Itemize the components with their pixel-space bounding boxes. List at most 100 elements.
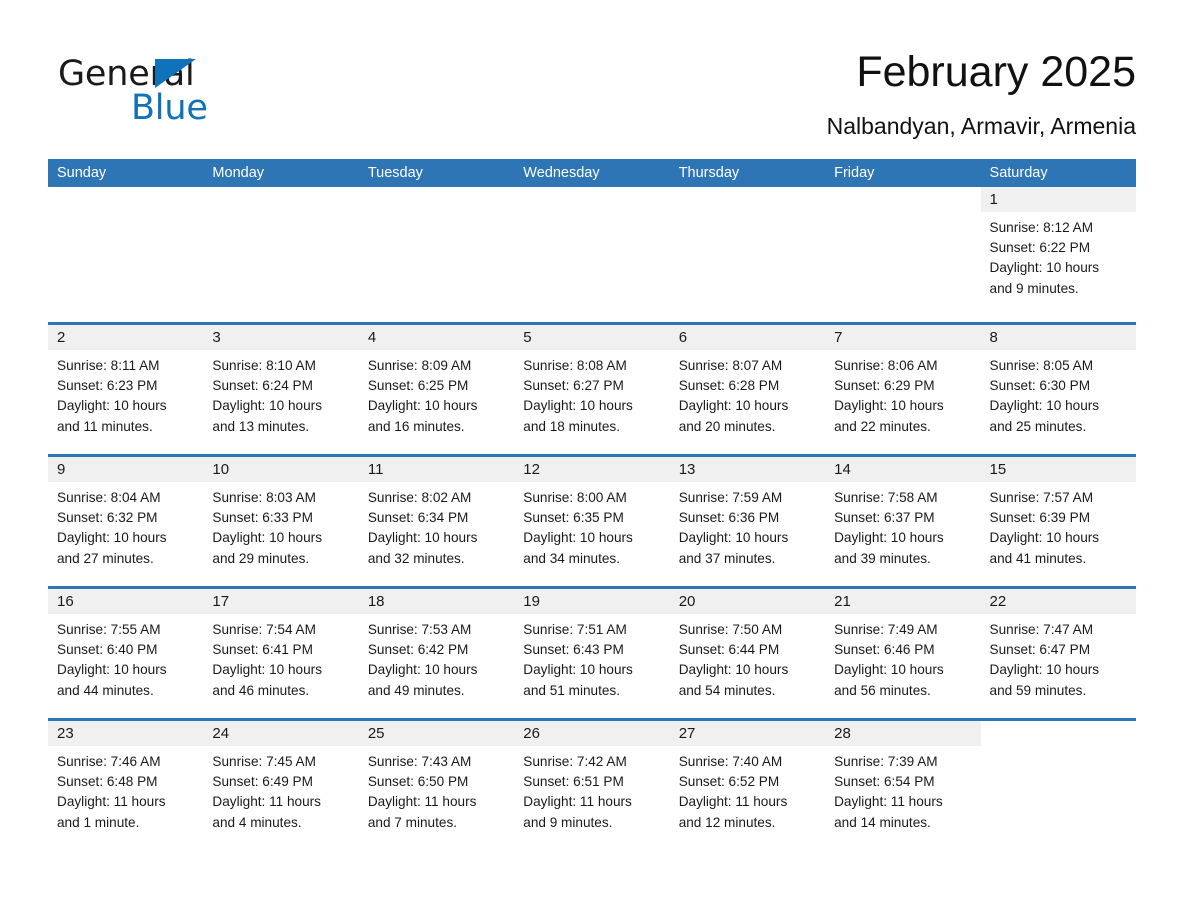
weekday-header-friday: Friday: [834, 165, 875, 181]
day-details: Sunrise: 8:04 AM Sunset: 6:32 PM Daylight:…: [48, 482, 203, 569]
page-title: February 2025: [856, 48, 1136, 96]
daylight-text-line1: Daylight: 10 hours: [834, 662, 944, 678]
sunset-text: Sunset: 6:48 PM: [57, 774, 158, 790]
day-cell-3[interactable]: 3 Sunrise: 8:10 AM Sunset: 6:24 PM Daylight…: [203, 325, 359, 454]
daylight-text-line1: Daylight: 11 hours: [57, 794, 166, 810]
day-cell-4[interactable]: 4 Sunrise: 8:09 AM Sunset: 6:25 PM Daylight…: [358, 325, 515, 454]
day-cell-8[interactable]: 8 Sunrise: 8:05 AM Sunset: 6:30 PM Daylight…: [980, 325, 1136, 454]
day-cell-9[interactable]: 9 Sunrise: 8:04 AM Sunset: 6:32 PM Daylight…: [48, 457, 204, 586]
daylight-text-line1: Daylight: 10 hours: [57, 662, 167, 678]
day-cell-21[interactable]: 21 Sunrise: 7:49 AM Sunset: 6:46 PM Dayligh…: [825, 589, 981, 718]
location-subtitle: Nalbandyan, Armavir, Armenia: [826, 113, 1136, 139]
sunset-text: Sunset: 6:37 PM: [834, 510, 935, 526]
day-cell-5[interactable]: 5 Sunrise: 8:08 AM Sunset: 6:27 PM Daylight…: [514, 325, 670, 454]
day-cell-22[interactable]: 22 Sunrise: 7:47 AM Sunset: 6:47 PM Dayligh…: [980, 589, 1136, 718]
day-cell-18[interactable]: 18 Sunrise: 7:53 AM Sunset: 6:42 PM Dayligh…: [358, 589, 515, 718]
sunrise-text: Sunrise: 7:49 AM: [834, 622, 938, 637]
day-number: 8: [989, 329, 998, 346]
day-number-band: 10: [203, 457, 359, 482]
day-details: Sunrise: 8:11 AM Sunset: 6:23 PM Daylight:…: [48, 350, 203, 437]
weekday-header-tuesday: Tuesday: [367, 165, 423, 181]
daylight-text-line2: and 59 minutes.: [989, 682, 1087, 698]
sunrise-text: Sunrise: 8:00 AM: [523, 490, 627, 505]
weekday-header-sunday: Sunday: [57, 165, 107, 181]
day-cell-14[interactable]: 14 Sunrise: 7:58 AM Sunset: 6:37 PM Dayligh…: [825, 457, 981, 586]
day-cell-24[interactable]: 24 Sunrise: 7:45 AM Sunset: 6:49 PM Dayligh…: [203, 721, 359, 850]
sunrise-text: Sunrise: 7:46 AM: [57, 754, 161, 769]
day-details: Sunrise: 8:00 AM Sunset: 6:35 PM Daylight:…: [514, 482, 669, 569]
day-number-band: 13: [669, 457, 826, 482]
day-number-band: 26: [514, 721, 670, 746]
day-number-band: 2: [48, 325, 204, 350]
sunrise-text: Sunrise: 8:12 AM: [989, 220, 1094, 235]
day-cell-1[interactable]: 1 Sunrise: 8:12 AM Sunset: 6:22 PM Daylight…: [980, 187, 1136, 322]
day-cell-20[interactable]: 20 Sunrise: 7:50 AM Sunset: 6:44 PM Dayligh…: [669, 589, 826, 718]
day-number-band: 16: [48, 589, 204, 614]
day-number-band: 28: [825, 721, 981, 746]
sunset-text: Sunset: 6:51 PM: [523, 774, 624, 790]
day-number-band: 4: [358, 325, 515, 350]
daylight-text-line1: Daylight: 10 hours: [367, 662, 478, 678]
daylight-text-line2: and 11 minutes.: [57, 418, 153, 434]
sunrise-text: Sunrise: 7:47 AM: [989, 622, 1094, 637]
sunset-text: Sunset: 6:40 PM: [57, 642, 158, 658]
day-details: Sunrise: 7:47 AM Sunset: 6:47 PM Daylight:…: [981, 614, 1136, 701]
day-details: Sunrise: 8:02 AM Sunset: 6:34 PM Daylight:…: [359, 482, 514, 569]
sunrise-text: Sunrise: 8:07 AM: [678, 358, 783, 373]
sunset-text: Sunset: 6:23 PM: [57, 378, 158, 394]
sunrise-text: Sunrise: 7:51 AM: [523, 622, 627, 637]
day-cell-11[interactable]: 11 Sunrise: 8:02 AM Sunset: 6:34 PM Dayligh…: [358, 457, 515, 586]
calendar-week-row: 16 Sunrise: 7:55 AM Sunset: 6:40 PM Dayligh…: [48, 586, 1136, 718]
daylight-text-line2: and 27 minutes.: [57, 550, 154, 566]
day-cell-10[interactable]: 10 Sunrise: 8:03 AM Sunset: 6:33 PM Dayligh…: [203, 457, 359, 586]
daylight-text-line2: and 56 minutes.: [834, 682, 931, 698]
daylight-text-line2: and 54 minutes.: [678, 682, 776, 698]
weekday-header-saturday: Saturday: [989, 165, 1048, 181]
daylight-text-line2: and 22 minutes.: [834, 418, 931, 434]
day-number-band: 3: [203, 325, 359, 350]
day-cell-13[interactable]: 13 Sunrise: 7:59 AM Sunset: 6:36 PM Dayligh…: [669, 457, 826, 586]
day-number-band: 24: [203, 721, 359, 746]
day-number: 27: [678, 725, 696, 742]
day-cell-19[interactable]: 19 Sunrise: 7:51 AM Sunset: 6:43 PM Dayligh…: [514, 589, 670, 718]
day-cell-16[interactable]: 16 Sunrise: 7:55 AM Sunset: 6:40 PM Dayligh…: [48, 589, 204, 718]
day-cell-25[interactable]: 25 Sunrise: 7:43 AM Sunset: 6:50 PM Dayligh…: [358, 721, 515, 850]
day-number: 7: [834, 329, 843, 346]
day-cell-26[interactable]: 26 Sunrise: 7:42 AM Sunset: 6:51 PM Dayligh…: [514, 721, 670, 850]
weekday-header-wednesday: Wednesday: [523, 165, 600, 181]
day-cell-28[interactable]: 28 Sunrise: 7:39 AM Sunset: 6:54 PM Dayligh…: [825, 721, 981, 850]
logo-text-blue: Blue: [131, 88, 208, 128]
sunset-text: Sunset: 6:47 PM: [989, 642, 1091, 658]
day-cell-empty: [203, 187, 359, 322]
day-cell-12[interactable]: 12 Sunrise: 8:00 AM Sunset: 6:35 PM Dayligh…: [514, 457, 670, 586]
daylight-text-line1: Daylight: 11 hours: [834, 794, 943, 810]
sunset-text: Sunset: 6:42 PM: [367, 642, 469, 658]
daylight-text-line1: Daylight: 11 hours: [523, 794, 632, 810]
sunrise-text: Sunrise: 7:53 AM: [367, 622, 472, 637]
day-number-band: 19: [514, 589, 670, 614]
day-number: 18: [367, 593, 385, 610]
sunset-text: Sunset: 6:43 PM: [523, 642, 624, 658]
day-number-band: 5: [514, 325, 670, 350]
sunrise-text: Sunrise: 7:39 AM: [834, 754, 938, 769]
day-number: 5: [523, 329, 532, 346]
daylight-text-line2: and 16 minutes.: [367, 418, 465, 434]
daylight-text-line2: and 4 minutes.: [212, 814, 302, 830]
day-number-band: [669, 187, 826, 212]
day-cell-23[interactable]: 23 Sunrise: 7:46 AM Sunset: 6:48 PM Dayligh…: [48, 721, 204, 850]
day-details: Sunrise: 8:08 AM Sunset: 6:27 PM Daylight:…: [514, 350, 669, 437]
daylight-text-line1: Daylight: 10 hours: [523, 398, 633, 414]
day-details: Sunrise: 8:12 AM Sunset: 6:22 PM Daylight:…: [981, 212, 1136, 299]
sunrise-text: Sunrise: 7:54 AM: [212, 622, 316, 637]
sunset-text: Sunset: 6:49 PM: [212, 774, 313, 790]
day-cell-6[interactable]: 6 Sunrise: 8:07 AM Sunset: 6:28 PM Daylight…: [669, 325, 826, 454]
day-number: 12: [523, 461, 540, 478]
day-cell-15[interactable]: 15 Sunrise: 7:57 AM Sunset: 6:39 PM Dayligh…: [980, 457, 1136, 586]
day-cell-27[interactable]: 27 Sunrise: 7:40 AM Sunset: 6:52 PM Dayligh…: [669, 721, 826, 850]
day-cell-7[interactable]: 7 Sunrise: 8:06 AM Sunset: 6:29 PM Daylight…: [825, 325, 981, 454]
weekday-header-thursday: Thursday: [678, 165, 740, 181]
sunset-text: Sunset: 6:25 PM: [367, 378, 469, 394]
day-cell-2[interactable]: 2 Sunrise: 8:11 AM Sunset: 6:23 PM Daylight…: [48, 325, 204, 454]
day-details: Sunrise: 7:42 AM Sunset: 6:51 PM Daylight:…: [514, 746, 669, 833]
day-cell-17[interactable]: 17 Sunrise: 7:54 AM Sunset: 6:41 PM Dayligh…: [203, 589, 359, 718]
